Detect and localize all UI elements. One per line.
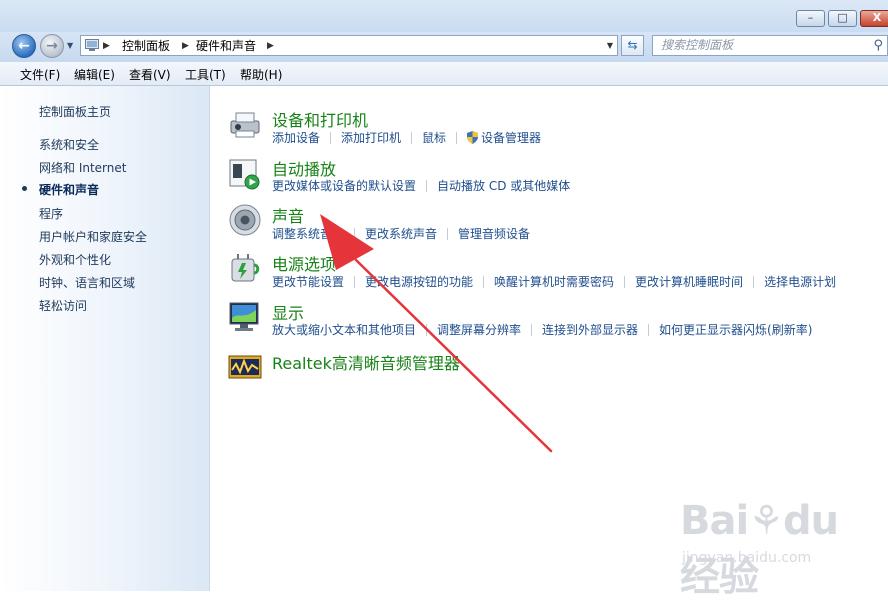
menu-tools[interactable]: 工具(T) <box>185 66 226 83</box>
menu-bar: 文件(F) 编辑(E) 查看(V) 工具(T) 帮助(H) <box>0 62 888 86</box>
category-title-devices-printers[interactable]: 设备和打印机 <box>272 107 368 131</box>
refresh-icon: ⇆ <box>627 38 638 52</box>
link-separator <box>354 228 356 240</box>
link-adjust-volume[interactable]: 调整系统音量 <box>272 227 344 241</box>
baidu-jingyan-watermark: Bai⚘du 经验 jingyan.baidu.com <box>672 492 872 600</box>
address-history-dropdown-icon[interactable]: ▼ <box>607 37 613 55</box>
link-refresh-rate[interactable]: 如何更正显示器闪烁(刷新率) <box>659 323 812 337</box>
sidebar-item-appearance[interactable]: 外观和个性化 <box>39 251 111 268</box>
category-title-power-options[interactable]: 电源选项 <box>272 251 336 275</box>
autoplay-icon[interactable] <box>228 156 262 190</box>
sidebar-item-hardware-sound[interactable]: 硬件和声音 <box>39 181 99 198</box>
sidebar-item-system-security[interactable]: 系统和安全 <box>39 136 99 153</box>
breadcrumb-control-panel[interactable]: 控制面板 <box>122 37 170 55</box>
link-manage-audio-devices[interactable]: 管理音频设备 <box>458 227 530 241</box>
sidebar-item-network[interactable]: 网络和 Internet <box>39 159 126 176</box>
menu-edit[interactable]: 编辑(E) <box>74 66 115 83</box>
link-separator <box>354 276 356 288</box>
menu-view[interactable]: 查看(V) <box>129 66 171 83</box>
sidebar-item-ease-of-access[interactable]: 轻松访问 <box>39 297 87 314</box>
link-change-media-defaults[interactable]: 更改媒体或设备的默认设置 <box>272 179 416 193</box>
link-text-size[interactable]: 放大或缩小文本和其他项目 <box>272 323 416 337</box>
breadcrumb-hardware-sound[interactable]: 硬件和声音 <box>196 37 256 55</box>
link-separator <box>456 132 458 144</box>
link-change-system-sounds[interactable]: 更改系统声音 <box>365 227 437 241</box>
link-external-display[interactable]: 连接到外部显示器 <box>542 323 638 337</box>
link-add-device[interactable]: 添加设备 <box>272 131 320 145</box>
link-wake-password[interactable]: 唤醒计算机时需要密码 <box>494 275 614 289</box>
sidebar-item-home[interactable]: 控制面板主页 <box>39 103 111 120</box>
link-separator <box>624 276 626 288</box>
link-separator <box>531 324 533 336</box>
link-mouse[interactable]: 鼠标 <box>422 131 446 145</box>
power-options-icon[interactable] <box>228 251 262 285</box>
search-icon[interactable]: ⚲ <box>873 38 883 53</box>
sidebar-item-user-accounts[interactable]: 用户帐户和家庭安全 <box>39 228 147 245</box>
uac-shield-icon <box>467 131 479 144</box>
active-bullet-icon <box>22 186 27 191</box>
menu-file[interactable]: 文件(F) <box>20 66 60 83</box>
forward-arrow-icon: → <box>46 38 58 54</box>
link-separator <box>411 132 413 144</box>
devices-printers-links: 添加设备 添加打印机 鼠标 设备管理器 <box>272 129 541 146</box>
power-options-links: 更改节能设置 更改电源按钮的功能 唤醒计算机时需要密码 更改计算机睡眠时间 选择电源计划 <box>272 273 836 290</box>
link-separator <box>330 132 332 144</box>
link-sleep-time[interactable]: 更改计算机睡眠时间 <box>635 275 743 289</box>
chevron-right-icon[interactable]: ▶ <box>182 37 189 55</box>
chevron-right-icon[interactable]: ▶ <box>103 37 110 55</box>
watermark-url: jingyan.baidu.com <box>682 550 812 566</box>
link-separator <box>426 180 428 192</box>
search-input[interactable]: 搜索控制面板 ⚲ <box>652 35 888 56</box>
sidebar-item-programs[interactable]: 程序 <box>39 205 63 222</box>
close-button[interactable]: X <box>860 10 888 27</box>
autoplay-links: 更改媒体或设备的默认设置 自动播放 CD 或其他媒体 <box>272 177 570 194</box>
link-autoplay-cd[interactable]: 自动播放 CD 或其他媒体 <box>437 179 570 193</box>
refresh-button[interactable]: ⇆ <box>621 35 644 56</box>
sidebar: 控制面板主页 系统和安全 网络和 Internet 硬件和声音 程序 用户帐户和… <box>0 86 210 591</box>
category-title-realtek[interactable]: Realtek高清晰音频管理器 <box>272 350 460 374</box>
sidebar-item-clock-region[interactable]: 时钟、语言和区域 <box>39 274 135 291</box>
navigation-bar: ← → ▼ ▶ 控制面板 ▶ 硬件和声音 ▶ ▼ ⇆ 搜索控制面板 ⚲ <box>0 32 888 62</box>
search-placeholder: 搜索控制面板 <box>661 38 734 52</box>
minimize-button[interactable]: – <box>796 10 825 27</box>
link-power-plan[interactable]: 选择电源计划 <box>764 275 836 289</box>
link-power-saving[interactable]: 更改节能设置 <box>272 275 344 289</box>
back-button[interactable]: ← <box>12 34 36 58</box>
display-links: 放大或缩小文本和其他项目 调整屏幕分辨率 连接到外部显示器 如何更正显示器闪烁(刷新率… <box>272 321 812 338</box>
link-separator <box>648 324 650 336</box>
sound-links: 调整系统音量 更改系统声音 管理音频设备 <box>272 225 530 242</box>
link-separator <box>447 228 449 240</box>
link-separator <box>483 276 485 288</box>
display-icon[interactable] <box>228 300 262 334</box>
link-device-manager[interactable]: 设备管理器 <box>481 131 541 145</box>
link-separator <box>753 276 755 288</box>
title-bar: – □ X <box>0 0 888 32</box>
address-bar[interactable]: ▶ 控制面板 ▶ 硬件和声音 ▶ ▼ <box>80 35 618 56</box>
control-panel-icon <box>85 39 99 51</box>
category-title-sound[interactable]: 声音 <box>272 203 304 227</box>
link-screen-resolution[interactable]: 调整屏幕分辨率 <box>437 323 521 337</box>
link-add-printer[interactable]: 添加打印机 <box>341 131 401 145</box>
menu-help[interactable]: 帮助(H) <box>240 66 282 83</box>
forward-button[interactable]: → <box>40 34 64 58</box>
realtek-audio-icon[interactable] <box>228 350 262 384</box>
link-separator <box>426 324 428 336</box>
maximize-button[interactable]: □ <box>828 10 857 27</box>
speaker-icon[interactable] <box>228 203 262 237</box>
chevron-right-icon[interactable]: ▶ <box>267 37 274 55</box>
back-arrow-icon: ← <box>18 38 30 54</box>
recent-pages-dropdown-icon[interactable]: ▼ <box>67 41 73 50</box>
devices-printers-icon[interactable] <box>228 107 262 141</box>
link-power-button[interactable]: 更改电源按钮的功能 <box>365 275 473 289</box>
